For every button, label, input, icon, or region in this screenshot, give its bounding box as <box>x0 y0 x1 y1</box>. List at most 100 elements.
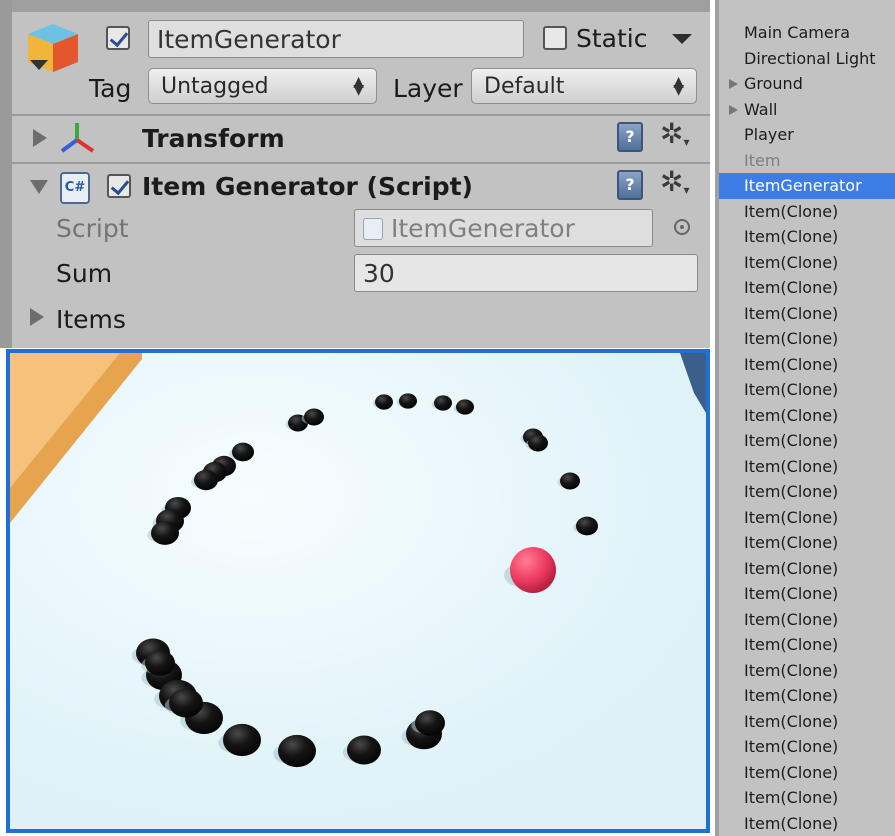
hierarchy-item[interactable]: Item(Clone) <box>719 352 895 378</box>
hierarchy-item[interactable]: Item(Clone) <box>719 709 895 735</box>
gear-icon[interactable]: ✲▾ <box>660 120 690 149</box>
hierarchy-item[interactable]: Item(Clone) <box>719 199 895 225</box>
hierarchy-item[interactable]: Ground <box>719 71 895 97</box>
item-clone[interactable] <box>560 472 580 490</box>
inspector-edge <box>0 0 12 348</box>
hierarchy-item-label: Item <box>744 150 781 170</box>
items-label[interactable]: Items <box>56 307 126 332</box>
item-clone[interactable] <box>528 434 548 452</box>
item-clone[interactable] <box>223 723 261 757</box>
hierarchy-item[interactable]: Item(Clone) <box>719 505 895 531</box>
hierarchy-item-label: Ground <box>744 74 803 93</box>
tag-label: Tag <box>89 74 132 103</box>
csharp-script-icon: C# <box>60 172 90 204</box>
hierarchy-item[interactable]: Item <box>719 148 895 174</box>
hierarchy-item-label: Item(Clone) <box>744 584 839 603</box>
transform-foldout-arrow-icon[interactable] <box>33 129 47 147</box>
item-clone[interactable] <box>151 521 179 545</box>
item-clone[interactable] <box>145 650 175 676</box>
script-value: ItemGenerator <box>391 213 575 243</box>
sum-input[interactable]: 30 <box>354 254 698 292</box>
hierarchy-item[interactable]: Item(Clone) <box>719 301 895 327</box>
hierarchy-item[interactable]: Main Camera <box>719 20 895 46</box>
divider <box>12 162 710 164</box>
hierarchy-item[interactable]: Item(Clone) <box>719 607 895 633</box>
item-clone[interactable] <box>304 408 324 426</box>
static-dropdown-arrow-icon[interactable] <box>672 34 692 44</box>
expand-arrow-icon[interactable] <box>729 79 738 89</box>
items-foldout-arrow-icon[interactable] <box>30 308 44 326</box>
hierarchy-item-label: Item(Clone) <box>744 329 839 348</box>
hierarchy-item[interactable]: Item(Clone) <box>719 454 895 480</box>
item-generator-title[interactable]: Item Generator (Script) <box>142 174 473 199</box>
item-clone[interactable] <box>399 393 417 409</box>
hierarchy-item[interactable]: Item(Clone) <box>719 734 895 760</box>
inspector-panel: ItemGenerator Static Tag Untagged ▲ ▼ Lay… <box>0 0 710 348</box>
scene-canvas[interactable] <box>10 353 706 829</box>
item-clone[interactable] <box>456 399 474 415</box>
item-clone[interactable] <box>434 395 452 411</box>
gameobject-cube-icon[interactable] <box>26 22 80 76</box>
hierarchy-item[interactable]: Item(Clone) <box>719 632 895 658</box>
item-clone[interactable] <box>576 516 598 536</box>
hierarchy-panel: Main Camera Directional Light Ground Wall Pl… <box>715 0 895 836</box>
hierarchy-item[interactable]: Item(Clone) <box>719 275 895 301</box>
hierarchy-item[interactable]: Item(Clone) <box>719 785 895 811</box>
hierarchy-item-label: Item(Clone) <box>744 507 839 527</box>
scene-view[interactable] <box>6 349 710 833</box>
component-enabled-checkbox[interactable] <box>107 174 131 198</box>
hierarchy-item[interactable]: Item(Clone) <box>719 683 895 709</box>
hierarchy-item-label: Item(Clone) <box>744 813 839 833</box>
hierarchy-item[interactable]: Item(Clone) <box>719 530 895 556</box>
transform-axes-icon <box>60 123 95 153</box>
hierarchy-item[interactable]: Wall <box>719 97 895 123</box>
item-clone[interactable] <box>415 710 445 736</box>
hierarchy-item[interactable]: Item(Clone) <box>719 326 895 352</box>
hierarchy-item[interactable]: ItemGenerator <box>719 173 895 199</box>
item-clone[interactable] <box>194 469 218 491</box>
gear-icon[interactable]: ✲▾ <box>660 168 690 197</box>
hierarchy-item[interactable]: Item(Clone) <box>719 250 895 276</box>
hierarchy-item-label: Item(Clone) <box>744 737 839 756</box>
hierarchy-item-label: Item(Clone) <box>744 635 839 654</box>
tag-dropdown[interactable]: Untagged ▲ ▼ <box>148 68 377 104</box>
active-checkbox[interactable] <box>106 26 130 50</box>
layer-dropdown[interactable]: Default ▲ ▼ <box>471 68 697 104</box>
hierarchy-item-label: Directional Light <box>744 48 876 68</box>
item-clone[interactable] <box>375 394 393 410</box>
hierarchy-item[interactable]: Player <box>719 122 895 148</box>
hierarchy-item[interactable]: Item(Clone) <box>719 377 895 403</box>
help-book-icon[interactable]: ? <box>617 170 643 200</box>
hierarchy-item[interactable]: Item(Clone) <box>719 224 895 250</box>
hierarchy-item[interactable]: Item(Clone) <box>719 581 895 607</box>
csharp-script-icon <box>363 218 383 240</box>
static-checkbox[interactable] <box>543 26 567 50</box>
hierarchy-item[interactable]: Item(Clone) <box>719 479 895 505</box>
item-clone[interactable] <box>232 442 254 462</box>
hierarchy-item[interactable]: Item(Clone) <box>719 658 895 684</box>
layer-label: Layer <box>393 74 463 103</box>
object-name-field[interactable]: ItemGenerator <box>148 20 524 58</box>
item-generator-foldout-arrow-icon[interactable] <box>30 180 48 194</box>
hierarchy-item[interactable]: Item(Clone) <box>719 760 895 786</box>
script-label: Script <box>56 214 129 243</box>
item-clone[interactable] <box>347 735 381 765</box>
expand-arrow-icon[interactable] <box>729 104 738 115</box>
hierarchy-item-label: Item(Clone) <box>744 405 839 425</box>
hierarchy-item-label: Item(Clone) <box>744 762 839 782</box>
transform-title[interactable]: Transform <box>142 126 285 151</box>
hierarchy-item[interactable]: Directional Light <box>719 46 895 72</box>
hierarchy-item-label: Item(Clone) <box>744 303 839 323</box>
hierarchy-item[interactable]: Item(Clone) <box>719 556 895 582</box>
help-book-icon[interactable]: ? <box>617 122 643 152</box>
item-clone[interactable] <box>169 688 203 718</box>
hierarchy-item[interactable]: Item(Clone) <box>719 428 895 454</box>
item-clone[interactable] <box>278 734 316 768</box>
player-ball[interactable] <box>510 547 556 593</box>
object-picker-icon[interactable] <box>674 219 690 235</box>
hierarchy-item-label: Wall <box>744 99 778 119</box>
hierarchy-item[interactable]: Item(Clone) <box>719 403 895 429</box>
hierarchy-item-label: Item(Clone) <box>744 788 839 807</box>
script-field[interactable]: ItemGenerator <box>354 209 653 247</box>
hierarchy-item[interactable]: Item(Clone) <box>719 811 895 836</box>
